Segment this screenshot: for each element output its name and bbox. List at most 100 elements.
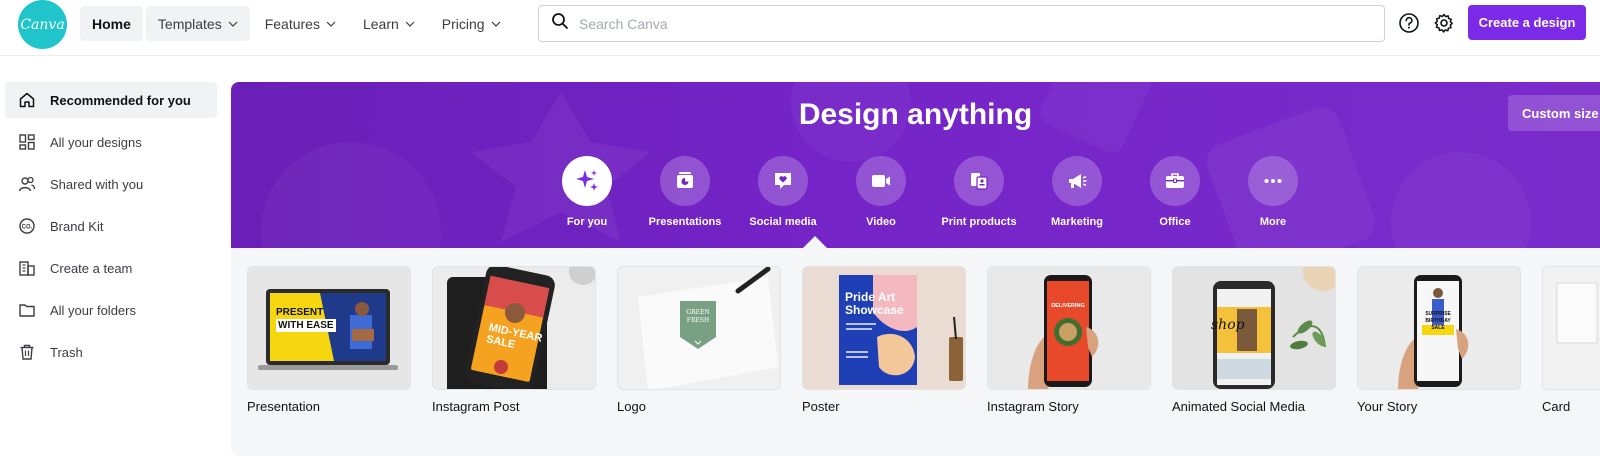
chevron-down-icon (228, 19, 238, 29)
building-icon (18, 259, 36, 277)
custom-size-button[interactable]: Custom size (1508, 95, 1600, 131)
category-presentations[interactable]: Presentations (636, 156, 734, 228)
sidebar-item-label: Shared with you (50, 176, 144, 192)
svg-text:CO.: CO. (22, 225, 33, 231)
category-label: Presentations (648, 216, 722, 228)
presentation-thumbnail: PRESENT WITH EASE (247, 266, 411, 390)
sidebar-item-label: Recommended for you (50, 92, 191, 108)
thumb-text: SALE (1431, 325, 1445, 331)
nav-templates[interactable]: Templates (145, 6, 250, 41)
sidebar-item-brand-kit[interactable]: CO. Brand Kit (5, 208, 217, 244)
nav-features-label: Features (264, 15, 320, 32)
nav-features[interactable]: Features (253, 6, 348, 41)
active-category-pointer (803, 236, 827, 248)
logo-thumbnail: GREEN FRESH (617, 266, 781, 390)
sidebar-item-shared[interactable]: Shared with you (5, 166, 217, 202)
canva-logo[interactable]: Canva (18, 0, 67, 49)
card-label: Instagram Story (987, 399, 1079, 414)
card-instagram-post[interactable]: MID-YEAR SALE Instagram Post (432, 266, 596, 414)
thumb-text: SURPRISE (1425, 311, 1451, 317)
nav-home-label: Home (92, 15, 131, 32)
category-label: Social media (749, 216, 817, 228)
create-design-button[interactable]: Create a design (1468, 5, 1586, 40)
search-bar[interactable] (538, 5, 1385, 42)
card-label: Logo (617, 399, 646, 414)
search-input[interactable] (579, 15, 1359, 32)
instagram-post-thumbnail: MID-YEAR SALE (432, 266, 596, 390)
main-nav: Home Templates Features Learn Pricing (80, 6, 513, 41)
thumb-text: GREEN (686, 309, 710, 316)
category-marketing[interactable]: Marketing (1028, 156, 1126, 228)
category-label: For you (566, 216, 608, 228)
card-label: Instagram Post (432, 399, 520, 414)
category-print-products[interactable]: Print products (930, 156, 1028, 228)
card-your-story[interactable]: SURPRISE BIRTHDAY SALE Your Story (1357, 266, 1521, 414)
sidebar-item-recommended[interactable]: Recommended for you (5, 82, 217, 118)
category-social-media[interactable]: Social media (734, 156, 832, 228)
sidebar-item-all-designs[interactable]: All your designs (5, 124, 217, 160)
sidebar-item-trash[interactable]: Trash (5, 334, 217, 370)
your-story-thumbnail: SURPRISE BIRTHDAY SALE (1357, 266, 1521, 390)
sparkle-icon (562, 156, 612, 206)
gear-icon[interactable] (1433, 12, 1455, 34)
poster-illustration (839, 275, 963, 385)
category-video[interactable]: Video (832, 156, 930, 228)
animated-social-media-thumbnail: shop (1172, 266, 1336, 390)
poster-thumbnail: Pride Art Showcase (802, 266, 966, 390)
print-icon (954, 156, 1004, 206)
nav-templates-label: Templates (157, 15, 222, 32)
thumb-text: PRESENT (276, 307, 324, 318)
nav-learn-label: Learn (362, 15, 399, 32)
category-label: Marketing (1051, 216, 1103, 228)
card-logo[interactable]: GREEN FRESH Logo (617, 266, 781, 414)
sidebar-item-folders[interactable]: All your folders (5, 292, 217, 328)
sidebar: Recommended for you All your designs Sha… (0, 82, 222, 376)
card-card[interactable]: Card (1542, 266, 1600, 414)
hero-banner: Design anything Custom size For you Pres… (231, 82, 1600, 248)
heart-chat-icon (758, 156, 808, 206)
home-icon (18, 91, 36, 109)
category-row: For you Presentations Social media Video… (538, 156, 1322, 228)
instagram-story-thumbnail: DELIVERING (987, 266, 1151, 390)
card-presentation[interactable]: PRESENT WITH EASE Presentation (247, 266, 411, 414)
category-label: Video (866, 216, 896, 228)
category-more[interactable]: More (1224, 156, 1322, 228)
more-icon (1248, 156, 1298, 206)
nav-learn[interactable]: Learn (351, 6, 427, 41)
megaphone-icon (1052, 156, 1102, 206)
search-icon (551, 12, 569, 35)
chevron-down-icon (491, 19, 501, 29)
category-for-you[interactable]: For you (538, 156, 636, 228)
nav-home[interactable]: Home (80, 6, 143, 41)
help-icon[interactable] (1398, 12, 1420, 34)
category-office[interactable]: Office (1126, 156, 1224, 228)
card-illustration (1556, 282, 1598, 344)
nav-pricing[interactable]: Pricing (430, 6, 513, 41)
top-bar: Canva Home Templates Features Learn Pric… (0, 0, 1600, 56)
sidebar-item-create-team[interactable]: Create a team (5, 250, 217, 286)
card-poster[interactable]: Pride Art Showcase Poster (802, 266, 966, 414)
phone-plant-illustration (1213, 267, 1335, 389)
card-label: Your Story (1357, 399, 1418, 414)
phone-hand-illustration (1028, 275, 1099, 389)
trash-icon (18, 343, 36, 361)
category-label: Print products (941, 216, 1017, 228)
card-label: Poster (802, 399, 840, 414)
sidebar-item-label: Trash (50, 344, 83, 360)
nav-pricing-label: Pricing (441, 15, 485, 32)
business-card-illustration (638, 267, 778, 389)
briefcase-icon (1150, 156, 1200, 206)
video-camera-icon (856, 156, 906, 206)
card-label: Card (1542, 399, 1571, 414)
thumb-text: FRESH (686, 317, 710, 324)
logo-text: Canva (20, 16, 65, 33)
folder-icon (18, 301, 36, 319)
card-label: Presentation (247, 399, 320, 414)
chevron-down-icon (405, 19, 415, 29)
sidebar-item-label: Brand Kit (50, 218, 104, 234)
card-instagram-story[interactable]: DELIVERING Instagram Story (987, 266, 1151, 414)
sidebar-item-label: Create a team (50, 260, 133, 276)
thumb-text: WITH EASE (276, 319, 336, 332)
card-animated-social-media[interactable]: shop Animated Social Media (1172, 266, 1336, 414)
hero-title: Design anything (798, 98, 1033, 131)
